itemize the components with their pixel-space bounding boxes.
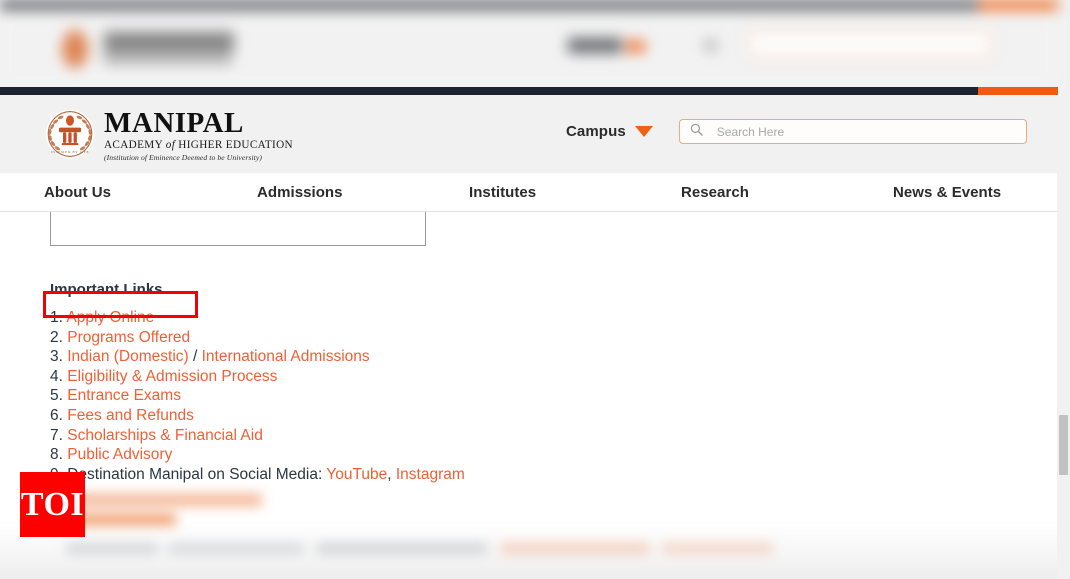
list-item-text: , <box>387 465 396 483</box>
important-link-item: 4. Eligibility & Admission Process <box>50 367 690 387</box>
list-item-number: 6. <box>50 406 68 424</box>
ghost-campus-label <box>568 38 622 53</box>
important-link-apply-online[interactable]: Apply Online <box>66 309 154 326</box>
emblem-motto-text: INSPIRED BY LIFE <box>51 150 89 154</box>
important-link-eligibility-admission-process[interactable]: Eligibility & Admission Process <box>67 368 277 385</box>
browser-page: INSPIRED BY LIFE MANIPAL ACADEMY of HIGH… <box>0 0 1070 579</box>
divider-navy-segment <box>0 87 978 95</box>
important-link-indian-domestic[interactable]: Indian (Domestic) <box>67 348 188 365</box>
important-link-youtube[interactable]: YouTube <box>326 466 387 483</box>
nav-item-research[interactable]: Research <box>681 184 893 201</box>
search-box[interactable] <box>678 119 1027 144</box>
important-link-entrance-exams[interactable]: Entrance Exams <box>67 387 181 404</box>
important-link-programs-offered[interactable]: Programs Offered <box>67 329 190 346</box>
nav-item-admissions[interactable]: Admissions <box>257 184 469 201</box>
page-body: INSPIRED BY LIFE MANIPAL ACADEMY of HIGH… <box>0 95 1058 579</box>
list-item-text: Destination Manipal on Social Media: <box>67 465 327 483</box>
blurred-line <box>500 544 650 556</box>
list-item-number: 1. <box>50 309 67 326</box>
site-header: INSPIRED BY LIFE MANIPAL ACADEMY of HIGH… <box>0 95 1058 173</box>
nav-item-news-events[interactable]: News & Events <box>893 184 1001 201</box>
ghost-chevron-down-icon <box>626 41 645 52</box>
ghost-dark-bar <box>0 0 978 10</box>
list-item-number: 5. <box>50 387 68 405</box>
ghost-header-blur <box>0 0 1070 96</box>
divider-orange-segment <box>978 87 1058 95</box>
important-link-item: 7. Scholarships & Financial Aid <box>50 426 690 446</box>
important-link-scholarships-financial-aid[interactable]: Scholarships & Financial Aid <box>67 427 263 444</box>
nav-item-institutes[interactable]: Institutes <box>469 184 681 201</box>
important-link-item: 8. Public Advisory <box>50 445 690 465</box>
vertical-scrollbar[interactable] <box>1057 95 1070 579</box>
blurred-line <box>168 544 304 556</box>
list-item-number: 8. <box>50 446 68 464</box>
important-link-item: 5. Entrance Exams <box>50 386 690 406</box>
blurred-line <box>316 544 488 556</box>
important-link-fees-and-refunds[interactable]: Fees and Refunds <box>67 407 194 424</box>
wordmark-subtitle-post: HIGHER EDUCATION <box>175 138 293 151</box>
important-link-international-admissions[interactable]: International Admissions <box>202 348 370 365</box>
important-link-public-advisory[interactable]: Public Advisory <box>67 446 172 463</box>
campus-dropdown[interactable]: Campus <box>566 123 653 140</box>
wordmark-tagline: (Institution of Eminence Deemed to be Un… <box>104 152 262 162</box>
search-input[interactable] <box>716 124 1016 139</box>
important-links-heading: Important Links <box>50 281 163 298</box>
list-item-number: 4. <box>50 367 68 385</box>
wordmark-title: MANIPAL <box>104 106 244 139</box>
site-logo[interactable]: INSPIRED BY LIFE MANIPAL ACADEMY of HIGH… <box>44 107 293 162</box>
blurred-line <box>662 544 774 556</box>
manipal-emblem-icon: INSPIRED BY LIFE <box>44 108 96 160</box>
main-navigation: About Us Admissions Institutes Research … <box>0 173 1058 212</box>
chevron-down-icon <box>634 126 653 137</box>
list-item-text: / <box>188 348 202 366</box>
important-links-list: 1. Apply Online 2. Programs Offered 3. Ind… <box>50 308 690 484</box>
wordmark-subtitle-pre: ACADEMY <box>104 138 166 151</box>
ghost-wordmark-sub <box>104 54 232 64</box>
list-item-number: 3. <box>50 348 68 366</box>
important-link-item: 3. Indian (Domestic) / International Adm… <box>50 347 690 367</box>
ghost-orange-bar <box>978 0 1058 10</box>
page-content: Health Science: M.Sc. Clinical Psycholog… <box>0 212 1058 579</box>
toi-watermark-logo: TOI <box>20 472 85 537</box>
wordmark-subtitle-of: of <box>165 138 176 151</box>
campus-dropdown-label: Campus <box>566 123 626 140</box>
ghost-search-input <box>746 29 994 59</box>
header-divider-bar <box>0 87 1058 95</box>
header-controls: Campus <box>566 119 1027 144</box>
important-link-item: 6. Fees and Refunds <box>50 406 690 426</box>
important-link-item: 2. Programs Offered <box>50 328 690 348</box>
blurred-line <box>66 544 158 556</box>
site-wordmark: MANIPAL ACADEMY of HIGHER EDUCATION (Ins… <box>104 107 293 162</box>
nav-item-about-us[interactable]: About Us <box>44 184 257 201</box>
ghost-wordmark <box>104 32 234 52</box>
list-item-number: 2. <box>50 328 68 346</box>
ghost-emblem-icon <box>62 30 88 68</box>
toi-watermark-text: TOI <box>20 485 85 523</box>
program-callout-box: Health Science: M.Sc. Clinical Psycholog… <box>50 212 426 246</box>
important-link-item: 9. Destination Manipal on Social Media: … <box>50 465 690 485</box>
blurred-lower-content <box>0 490 1058 579</box>
wordmark-subtitle: ACADEMY of HIGHER EDUCATION <box>104 138 293 151</box>
search-icon <box>690 123 703 141</box>
ghost-search-icon <box>704 39 717 52</box>
list-item-number: 7. <box>50 426 68 444</box>
important-link-instagram[interactable]: Instagram <box>396 466 465 483</box>
blurred-line <box>66 494 262 506</box>
important-link-item: 1. Apply Online <box>50 308 690 328</box>
scrollbar-thumb[interactable] <box>1059 415 1068 475</box>
